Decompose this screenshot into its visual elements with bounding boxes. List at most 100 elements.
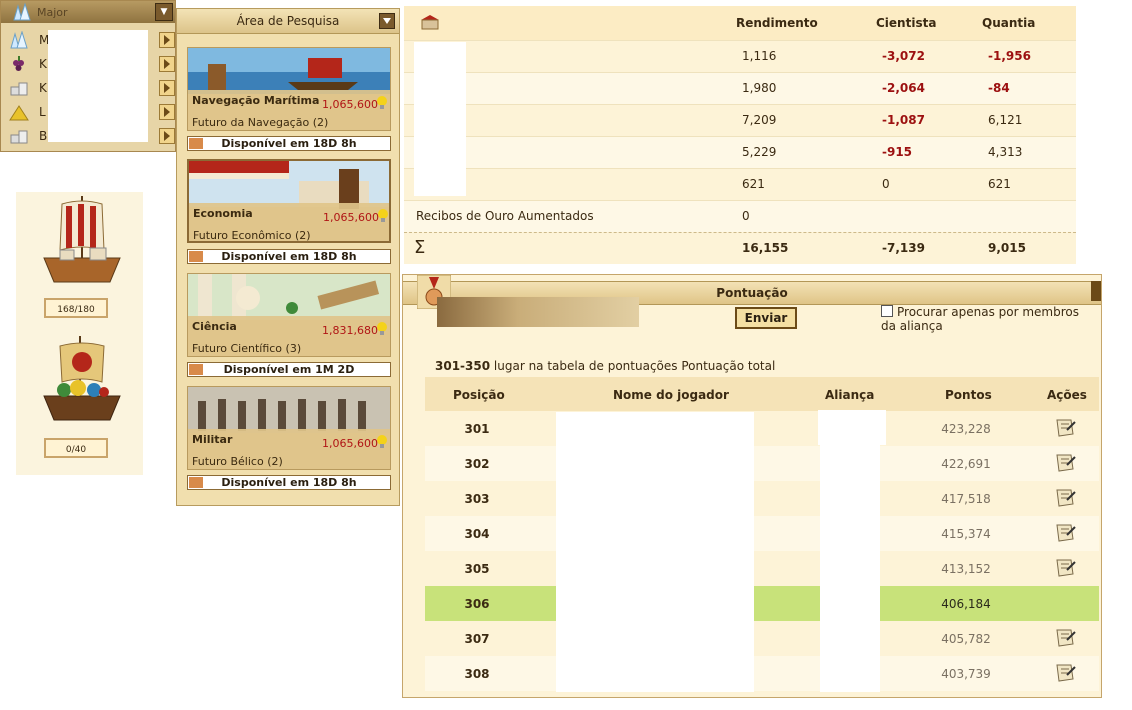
quantia-value: 621 [988,177,1011,191]
city-arrow-icon[interactable] [159,80,175,96]
redacted-area [48,30,148,142]
scroll-message-icon[interactable] [1053,486,1077,510]
row-position: 306 [464,597,490,611]
finance-row-label: Recibos de Ouro Aumentados [416,209,594,223]
row-points: 405,782 [941,632,991,646]
scroll-message-icon[interactable] [1053,626,1077,650]
city-arrow-icon[interactable] [159,32,175,48]
merchant-ship-count: 168/180 [44,298,108,318]
table-row: 302 422,691 [425,446,1099,481]
row-position: 301 [464,422,490,436]
send-button[interactable]: Enviar [735,307,797,329]
city-arrow-icon[interactable] [159,104,175,120]
cargo-ship-icon[interactable] [40,332,124,432]
rendimento-value: 1,116 [742,49,777,63]
finance-row: 1,116 -3,072 -1,956 [404,40,1076,72]
sigma-icon: Σ [414,237,426,258]
finance-table-header: Rendimento Cientista Quantia [404,6,1076,40]
city-dropdown-button[interactable]: ▼ [155,3,173,21]
research-panel-title: Área de Pesquisa [177,9,399,34]
cientista-value: -3,072 [882,49,925,63]
city-name: Major [37,6,68,19]
city-selector-header[interactable]: Major ▼ [1,1,175,23]
row-points: 406,184 [941,597,991,611]
city-item-label: B [39,129,48,143]
total-rendimento: 16,155 [742,241,789,255]
row-position: 304 [464,527,490,541]
city-item-label: L [39,105,46,119]
finance-row-gold-receipts: Recibos de Ouro Aumentados 0 [404,200,1076,232]
collapse-button[interactable] [379,13,395,29]
cientista-value: 0 [882,177,890,191]
lightbulb-icon [377,96,387,109]
table-row-current-player: 306 406,184 [425,586,1099,621]
rendimento-value: 5,229 [742,145,777,159]
row-position: 307 [464,632,490,646]
total-quantia: 9,015 [988,241,1026,255]
rendimento-value: 1,980 [742,81,777,95]
lightbulb-icon [378,209,388,222]
col-actions: Ações [1047,388,1087,402]
row-position: 308 [464,667,490,681]
row-position: 302 [464,457,490,471]
rank-range: 301-350 [435,359,491,373]
merchant-ship-icon[interactable] [40,192,124,292]
cientista-value: -915 [882,145,913,159]
highscore-banner [437,297,639,327]
row-points: 417,518 [941,492,991,506]
redacted-area [818,410,886,445]
research-subtitle: Futuro da Navegação (2) [192,116,329,129]
redacted-area [556,412,754,692]
only-members-filter[interactable]: Procurar apenas por membros da aliança [881,305,1093,333]
scroll-message-icon[interactable] [1053,521,1077,545]
table-row: 308 403,739 [425,656,1099,691]
finance-row: 7,209 -1,087 6,121 [404,104,1076,136]
only-members-label: Procurar apenas por membros da aliança [881,305,1080,333]
table-row: 305 413,152 [425,551,1099,586]
table-row: 304 415,374 [425,516,1099,551]
col-alliance: Aliança [825,388,875,402]
cargo-ship-count: 0/40 [44,438,108,458]
research-status: Disponível em 18D 8h [187,475,391,490]
row-points: 415,374 [941,527,991,541]
research-title-text: Área de Pesquisa [236,14,340,28]
research-cost: 1,065,600 [322,98,378,111]
lightbulb-icon [377,322,387,335]
scroll-message-icon[interactable] [1053,556,1077,580]
total-cientista: -7,139 [882,241,925,255]
research-card-navigation[interactable]: Navegação Marítima 1,065,600 Futuro da N… [187,47,391,131]
research-status: Disponível em 18D 8h [187,136,391,151]
grapes-icon [13,56,24,71]
rank-text: lugar na tabela de pontuações Pontuação … [493,359,776,373]
city-arrow-icon[interactable] [159,128,175,144]
research-subtitle: Futuro Econômico (2) [193,229,311,242]
quantia-value: 4,313 [988,145,1023,159]
scroll-message-icon[interactable] [1053,661,1077,685]
redacted-area [820,445,880,692]
col-player: Nome do jogador [613,388,729,402]
research-card-economy[interactable]: Economia 1,065,600 Futuro Econômico (2) [187,159,391,243]
city-arrow-icon[interactable] [159,56,175,72]
research-cost: 1,065,600 [322,437,378,450]
lightbulb-icon [377,435,387,448]
row-points: 413,152 [941,562,991,576]
crystal-icon [13,3,31,21]
only-members-checkbox[interactable] [881,305,893,317]
research-card-science[interactable]: Ciência 1,831,680 Futuro Científico (3) [187,273,391,357]
close-button[interactable] [1091,281,1101,301]
row-points: 423,228 [941,422,991,436]
finance-row: 5,229 -915 4,313 [404,136,1076,168]
col-points: Pontos [945,388,992,402]
cientista-value: -2,064 [882,81,925,95]
city-item-label: K [39,57,47,71]
scroll-message-icon[interactable] [1053,416,1077,440]
research-panel: Área de Pesquisa Navegação Marítima 1,06… [176,8,400,506]
scroll-message-icon[interactable] [1053,451,1077,475]
col-quantia: Quantia [982,16,1036,30]
research-card-military[interactable]: Militar 1,065,600 Futuro Bélico (2) [187,386,391,470]
sulfur-icon [9,105,29,121]
marble-icon [10,130,28,144]
research-cost: 1,831,680 [322,324,378,337]
finance-table: Rendimento Cientista Quantia 1,116 -3,07… [404,6,1076,264]
row-position: 305 [464,562,490,576]
